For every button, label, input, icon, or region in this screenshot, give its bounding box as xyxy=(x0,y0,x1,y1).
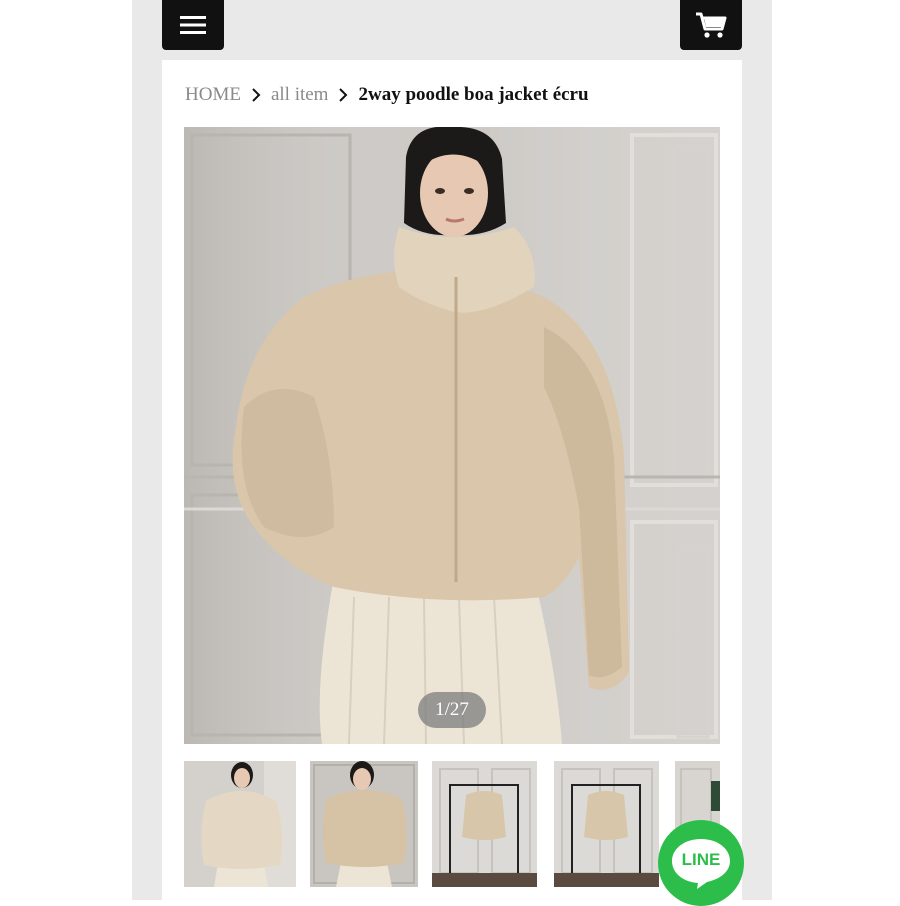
line-label: LINE xyxy=(681,850,721,869)
menu-button[interactable] xyxy=(162,0,224,50)
thumbnail-1[interactable] xyxy=(184,761,296,887)
chevron-right-icon xyxy=(338,88,348,102)
chevron-right-icon xyxy=(251,88,261,102)
image-counter: 1/27 xyxy=(418,692,486,728)
thumbnail-image xyxy=(554,761,659,887)
line-chat-button[interactable]: LINE xyxy=(658,820,744,906)
breadcrumb: HOME all item 2way poodle boa jacket écr… xyxy=(185,82,589,108)
cart-button[interactable] xyxy=(680,0,742,50)
breadcrumb-category-link[interactable]: all item xyxy=(271,84,329,106)
breadcrumb-current-page: 2way poodle boa jacket écru xyxy=(358,84,589,105)
breadcrumb-home-link[interactable]: HOME xyxy=(185,84,241,106)
thumbnail-image xyxy=(184,761,296,887)
page-margin-right xyxy=(772,0,900,900)
shopping-cart-icon xyxy=(696,12,727,38)
thumbnail-3[interactable] xyxy=(432,761,537,887)
main-product-image[interactable] xyxy=(184,127,720,744)
thumbnail-4[interactable] xyxy=(554,761,659,887)
thumbnail-2[interactable] xyxy=(310,761,418,887)
model-wearing-jacket-photo xyxy=(184,127,720,744)
thumbnail-image xyxy=(432,761,537,887)
hamburger-menu-icon xyxy=(180,16,206,34)
thumbnail-image xyxy=(310,761,418,887)
page-margin-left xyxy=(0,0,132,900)
